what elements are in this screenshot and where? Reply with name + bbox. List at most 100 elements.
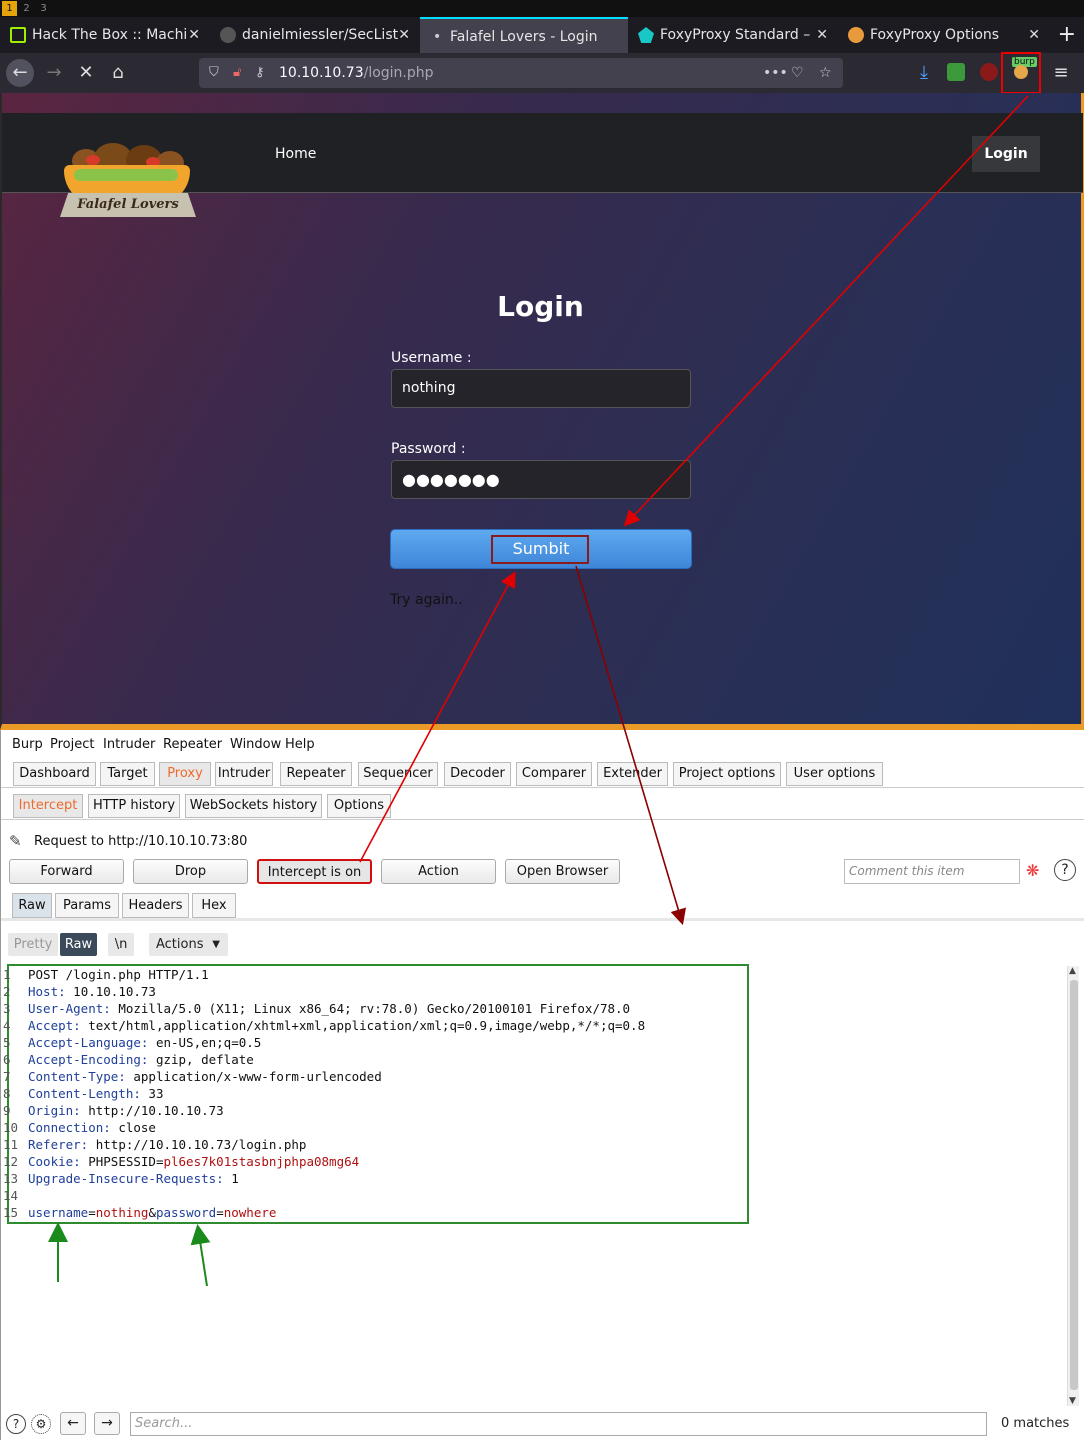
newline-toggle-button[interactable]: \n — [108, 933, 134, 956]
close-icon[interactable]: ✕ — [1028, 17, 1040, 53]
view-tab-hex[interactable]: Hex — [192, 893, 236, 918]
search-bar: ? ⚙ ← → Search... 0 matches — [1, 1406, 1084, 1440]
nav-home-link[interactable]: Home — [275, 146, 316, 162]
submit-highlight-box — [491, 535, 589, 564]
open-browser-button[interactable]: Open Browser — [505, 859, 620, 884]
view-tab-headers[interactable]: Headers — [122, 893, 189, 918]
menu-intruder[interactable]: Intruder — [103, 730, 155, 760]
foxyproxy-orange-icon — [848, 27, 864, 43]
raw-button[interactable]: Raw — [60, 933, 97, 956]
request-line: Cookie: PHPSESSID=pl6es7k01stasbnjphpa08… — [28, 1153, 359, 1170]
line-number: 10 — [3, 1120, 19, 1135]
workspace-3[interactable]: 3 — [36, 1, 51, 16]
search-input[interactable]: Search... — [130, 1412, 987, 1436]
extension-green-icon[interactable] — [947, 63, 965, 81]
request-line: Content-Length: 33 — [28, 1085, 163, 1102]
home-icon[interactable]: ⌂ — [104, 59, 132, 87]
comment-input[interactable]: Comment this item — [844, 859, 1020, 884]
help-icon[interactable]: ? — [1054, 859, 1076, 881]
nav-login-link[interactable]: Login — [972, 136, 1040, 172]
username-field[interactable]: nothing — [391, 369, 691, 408]
tab-project-options[interactable]: Project options — [673, 762, 781, 786]
header-value: application/x-www-form-urlencoded — [125, 1069, 382, 1084]
password-field[interactable]: ●●●●●●● — [391, 460, 691, 499]
bookmark-star-icon[interactable]: ☆ — [819, 58, 832, 88]
tab-hackthebox[interactable]: Hack The Box :: Machi ✕ — [0, 17, 210, 53]
foxyproxy-icon — [638, 27, 654, 43]
stop-loading-icon[interactable]: ✕ — [72, 59, 100, 87]
next-arrow-icon[interactable]: → — [94, 1412, 120, 1435]
action-button[interactable]: Action — [381, 859, 496, 884]
menu-window[interactable]: Window — [230, 730, 281, 760]
view-tab-raw[interactable]: Raw — [12, 893, 52, 918]
scroll-up-icon[interactable]: ▲ — [1069, 966, 1076, 976]
menu-project[interactable]: Project — [50, 730, 94, 760]
header-value: gzip, deflate — [148, 1052, 254, 1067]
tab-proxy[interactable]: Proxy — [159, 762, 211, 786]
ublock-icon[interactable] — [980, 63, 998, 81]
download-icon[interactable]: ⤓ — [910, 59, 938, 87]
previous-arrow-icon[interactable]: ← — [60, 1412, 86, 1435]
tab-dashboard[interactable]: Dashboard — [13, 762, 96, 786]
drop-button[interactable]: Drop — [133, 859, 248, 884]
header-name: Accept: — [28, 1018, 81, 1033]
tab-sequencer[interactable]: Sequencer — [358, 762, 438, 786]
tab-intercept[interactable]: Intercept — [13, 794, 83, 818]
actions-dropdown[interactable]: Actions ▼ — [149, 933, 228, 956]
close-icon[interactable]: ✕ — [816, 17, 828, 53]
request-editor[interactable]: 1 POST /login.php HTTP/1.1 2 Host: 10.10.10… — [1, 964, 1069, 1404]
header-name: Origin: — [28, 1103, 81, 1118]
tab-decoder[interactable]: Decoder — [444, 762, 511, 786]
body-token: username — [28, 1205, 89, 1220]
match-count: 0 matches — [1001, 1416, 1070, 1431]
pocket-icon[interactable]: ♡ — [791, 58, 804, 88]
tab-repeater[interactable]: Repeater — [280, 762, 352, 786]
forward-arrow-icon[interactable]: → — [40, 59, 68, 87]
gear-icon[interactable]: ⚙ — [31, 1414, 51, 1434]
tab-foxyproxy-options[interactable]: FoxyProxy Options ✕ — [838, 17, 1050, 53]
help-icon[interactable]: ? — [6, 1414, 26, 1434]
editor-scrollbar[interactable]: ▲ ▼ — [1067, 966, 1079, 1406]
menu-repeater[interactable]: Repeater — [163, 730, 222, 760]
scroll-thumb[interactable] — [1070, 980, 1078, 1390]
close-icon[interactable]: ✕ — [398, 17, 410, 53]
tab-extender[interactable]: Extender — [597, 762, 668, 786]
tab-comparer[interactable]: Comparer — [516, 762, 592, 786]
close-icon[interactable]: ✕ — [188, 17, 200, 53]
header-name: Cookie: — [28, 1154, 81, 1169]
menu-help[interactable]: Help — [285, 730, 315, 760]
burp-main-tabs: Dashboard Target Proxy Intruder Repeater… — [1, 760, 1084, 788]
back-arrow-icon[interactable]: ← — [6, 59, 34, 87]
divider — [1, 918, 1084, 921]
workspace-2[interactable]: 2 — [19, 1, 34, 16]
tab-falafel-login[interactable]: • Falafel Lovers - Login — [420, 17, 628, 53]
tab-http-history[interactable]: HTTP history — [88, 794, 180, 818]
page-actions-icon[interactable]: ••• — [763, 58, 788, 88]
actions-label: Actions — [156, 937, 204, 952]
pretty-button[interactable]: Pretty — [8, 933, 58, 956]
tab-intruder[interactable]: Intruder — [215, 762, 273, 786]
view-tab-params[interactable]: Params — [55, 893, 119, 918]
workspace-1[interactable]: 1 — [2, 1, 17, 16]
url-bar[interactable]: ⛉ 🔓︎ ⚷ 10.10.10.73/login.php ••• ♡ ☆ — [199, 58, 843, 88]
tab-websockets-history[interactable]: WebSockets history — [185, 794, 322, 818]
tab-target[interactable]: Target — [100, 762, 155, 786]
scroll-down-icon[interactable]: ▼ — [1069, 1396, 1076, 1406]
intercept-toggle-button[interactable]: Intercept is on — [257, 859, 372, 884]
tab-foxyproxy-standard[interactable]: FoxyProxy Standard – ✕ — [628, 17, 838, 53]
chevron-down-icon: ▼ — [212, 939, 220, 950]
hamburger-menu-icon[interactable]: ≡ — [1047, 59, 1075, 87]
tab-title: FoxyProxy Standard – — [660, 27, 811, 43]
header-name: Connection: — [28, 1120, 111, 1135]
new-tab-icon[interactable]: + — [1058, 17, 1076, 53]
request-line: Host: 10.10.10.73 — [28, 983, 156, 1000]
request-line: username=nothing&password=nowhere — [28, 1204, 276, 1221]
line-number: 6 — [3, 1052, 11, 1067]
highlight-color-icon[interactable]: ❋ — [1026, 861, 1039, 880]
menu-burp[interactable]: Burp — [12, 730, 43, 760]
body-token: nowhere — [223, 1205, 277, 1220]
tab-options[interactable]: Options — [327, 794, 391, 818]
forward-button[interactable]: Forward — [9, 859, 124, 884]
tab-seclists[interactable]: danielmiessler/SecList ✕ — [210, 17, 420, 53]
tab-user-options[interactable]: User options — [786, 762, 883, 786]
